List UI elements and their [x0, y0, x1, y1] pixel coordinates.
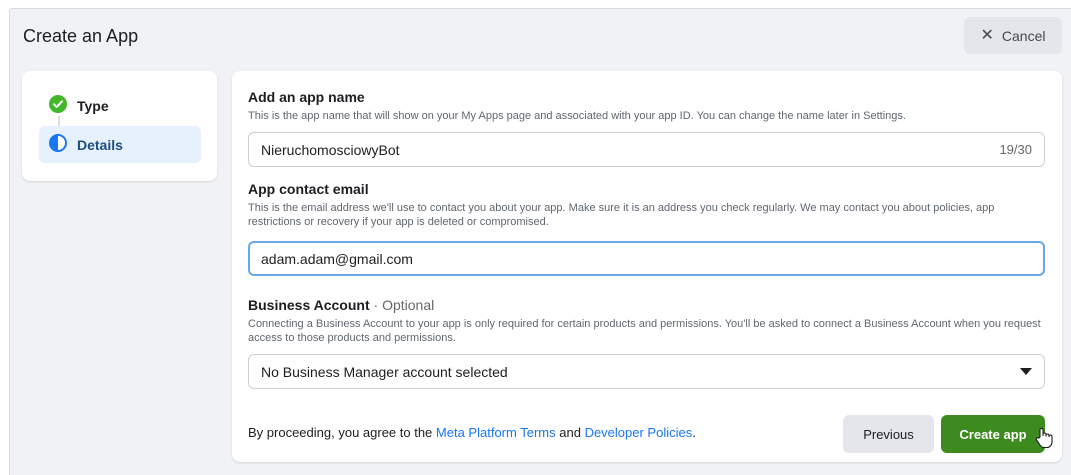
- close-icon: ✕: [980, 26, 994, 44]
- business-account-selected: No Business Manager account selected: [261, 363, 508, 380]
- terms-notice: By proceeding, you agree to the Meta Pla…: [248, 425, 696, 440]
- details-form: Add an app name This is the app name tha…: [232, 71, 1062, 462]
- step-label-type: Type: [77, 97, 109, 114]
- dialog-title: Create an App: [23, 26, 139, 46]
- meta-platform-terms-link[interactable]: Meta Platform Terms: [436, 425, 556, 440]
- hand-cursor-icon: [1035, 427, 1053, 454]
- caret-down-icon: [1020, 368, 1032, 375]
- step-label-details: Details: [77, 136, 123, 153]
- email-input[interactable]: adam.adam@gmail.com: [248, 241, 1045, 276]
- app-name-counter: 19/30: [999, 142, 1032, 157]
- business-account-label: Business Account · Optional: [248, 297, 434, 313]
- app-name-value: NieruchomosciowyBot: [261, 141, 400, 158]
- developer-policies-link[interactable]: Developer Policies: [585, 425, 693, 440]
- create-app-button[interactable]: Create app: [941, 415, 1045, 453]
- business-account-label-text: Business Account: [248, 297, 370, 313]
- business-account-select[interactable]: No Business Manager account selected: [248, 354, 1045, 389]
- steps-panel: Type Details: [22, 71, 217, 181]
- terms-prefix: By proceeding, you agree to the: [248, 425, 433, 440]
- business-account-help: Connecting a Business Account to your ap…: [248, 318, 1041, 344]
- optional-tag: · Optional: [373, 297, 435, 313]
- step-type[interactable]: Type: [39, 87, 201, 124]
- cancel-button[interactable]: ✕ Cancel: [964, 17, 1062, 54]
- email-help: This is the email address we'll use to c…: [248, 202, 995, 228]
- email-value: adam.adam@gmail.com: [261, 250, 413, 267]
- previous-button[interactable]: Previous: [843, 415, 934, 453]
- cancel-label: Cancel: [1001, 27, 1046, 44]
- email-label: App contact email: [248, 181, 369, 197]
- half-circle-progress-icon: [49, 134, 67, 155]
- terms-conjunction: and: [559, 425, 581, 440]
- terms-suffix: .: [692, 425, 696, 440]
- create-app-dialog: Create an App ✕ Cancel Type Details Add …: [9, 8, 1071, 475]
- app-name-help: This is the app name that will show on y…: [248, 110, 906, 122]
- step-details[interactable]: Details: [39, 126, 201, 163]
- app-name-label: Add an app name: [248, 89, 365, 105]
- check-circle-icon: [49, 95, 67, 116]
- app-name-input[interactable]: NieruchomosciowyBot 19/30: [248, 132, 1045, 167]
